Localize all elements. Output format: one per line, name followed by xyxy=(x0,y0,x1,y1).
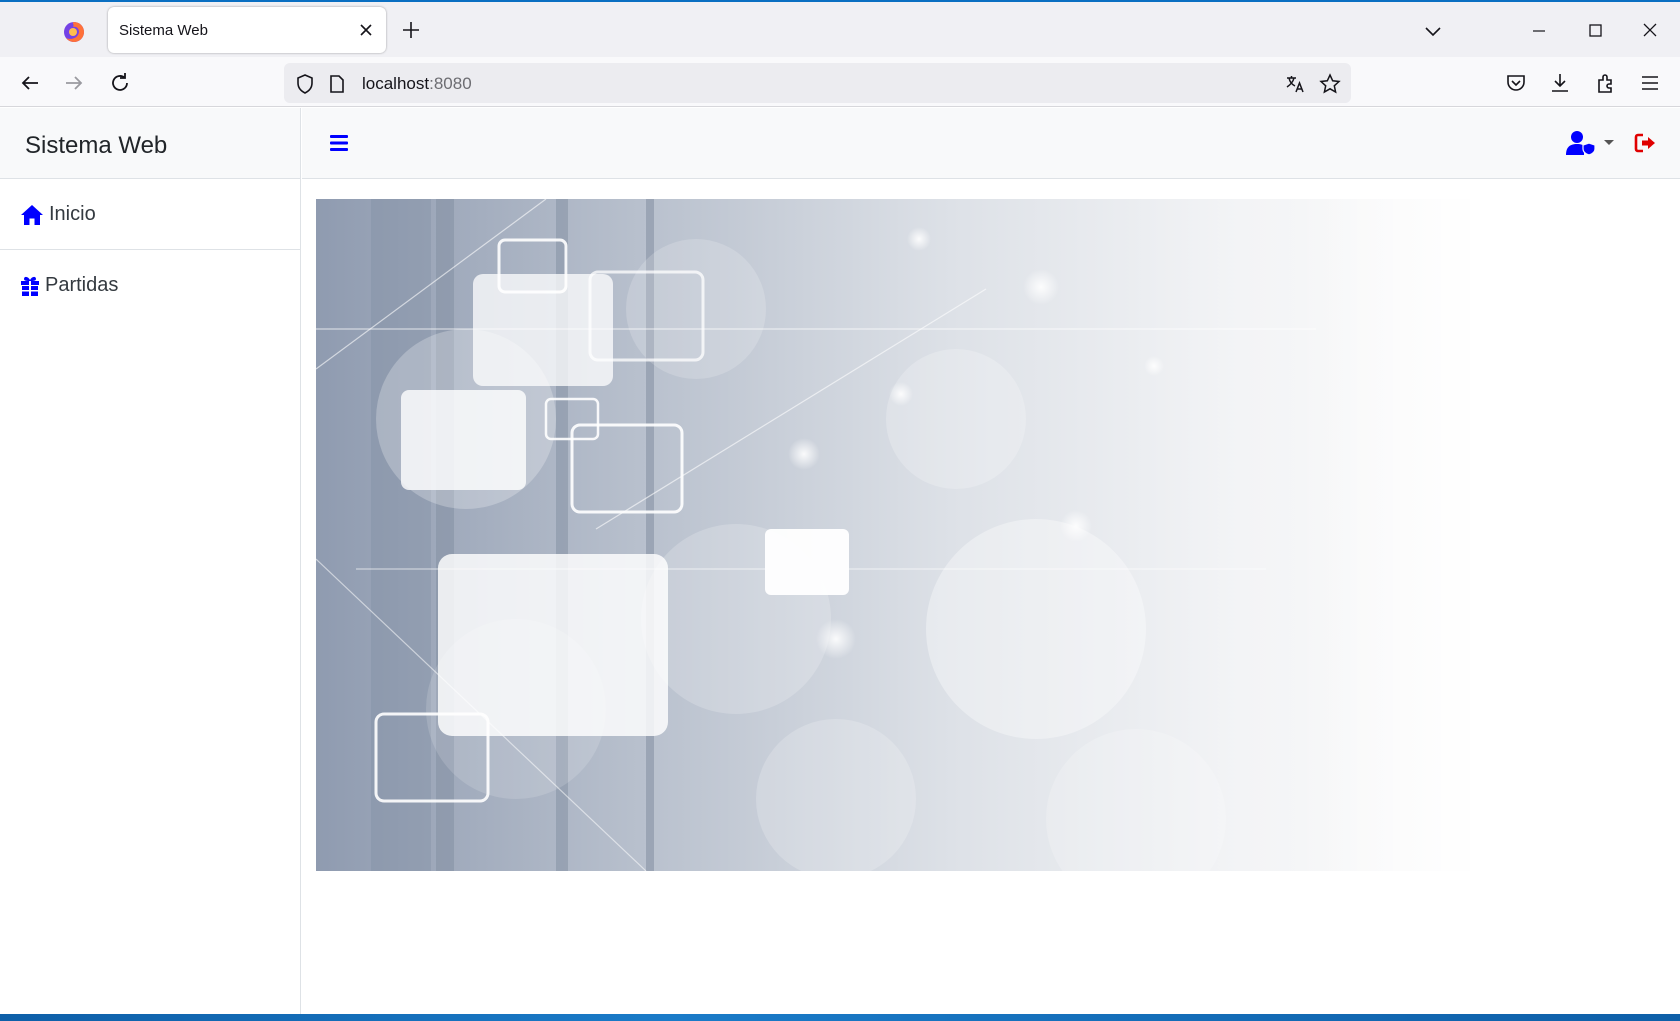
page-icon[interactable] xyxy=(326,73,348,95)
url-bar[interactable]: localhost:8080 xyxy=(284,63,1351,103)
url-host: localhost xyxy=(362,74,430,93)
firefox-icon[interactable] xyxy=(62,20,86,44)
forward-arrow-icon[interactable] xyxy=(60,69,88,97)
sidebar-item-label: Inicio xyxy=(49,203,96,225)
back-arrow-icon[interactable] xyxy=(16,69,44,97)
hero-background-image xyxy=(316,199,1470,871)
extensions-icon[interactable] xyxy=(1592,69,1620,97)
sidebar: Sistema Web Inicio Partidas xyxy=(0,108,301,1014)
sidebar-item-partidas[interactable]: Partidas xyxy=(0,250,300,321)
pocket-icon[interactable] xyxy=(1502,69,1530,97)
browser-navigation-bar: localhost:8080 xyxy=(0,57,1680,107)
translate-icon[interactable] xyxy=(1284,73,1306,95)
minimize-icon[interactable] xyxy=(1525,20,1553,42)
tab-title: Sistema Web xyxy=(119,22,208,39)
sidebar-item-label: Partidas xyxy=(45,274,119,296)
url-port: :8080 xyxy=(429,74,472,93)
maximize-icon[interactable] xyxy=(1581,20,1609,42)
chevron-down-icon[interactable] xyxy=(1422,20,1444,42)
url-text[interactable]: localhost:8080 xyxy=(362,74,472,94)
reload-icon[interactable] xyxy=(106,69,134,97)
shield-icon[interactable] xyxy=(294,73,316,95)
close-icon[interactable] xyxy=(356,20,376,40)
plus-icon[interactable] xyxy=(400,19,422,41)
home-icon xyxy=(21,205,43,225)
sidebar-brand[interactable]: Sistema Web xyxy=(0,108,300,179)
window-close-icon[interactable] xyxy=(1636,20,1664,42)
bookmark-star-icon[interactable] xyxy=(1319,73,1341,95)
hamburger-icon[interactable] xyxy=(328,132,350,154)
download-icon[interactable] xyxy=(1546,69,1574,97)
browser-tab-bar: Sistema Web xyxy=(0,2,1680,57)
user-shield-icon[interactable] xyxy=(1566,130,1618,156)
sidebar-item-inicio[interactable]: Inicio xyxy=(0,179,300,250)
os-taskbar-edge xyxy=(0,1014,1680,1021)
gift-icon xyxy=(21,276,39,296)
sign-out-icon[interactable] xyxy=(1634,132,1658,154)
web-page: Sistema Web Inicio Partidas xyxy=(0,108,1680,1014)
app-menu-icon[interactable] xyxy=(1636,69,1664,97)
active-tab[interactable]: Sistema Web xyxy=(108,7,386,53)
top-navbar xyxy=(302,108,1680,179)
